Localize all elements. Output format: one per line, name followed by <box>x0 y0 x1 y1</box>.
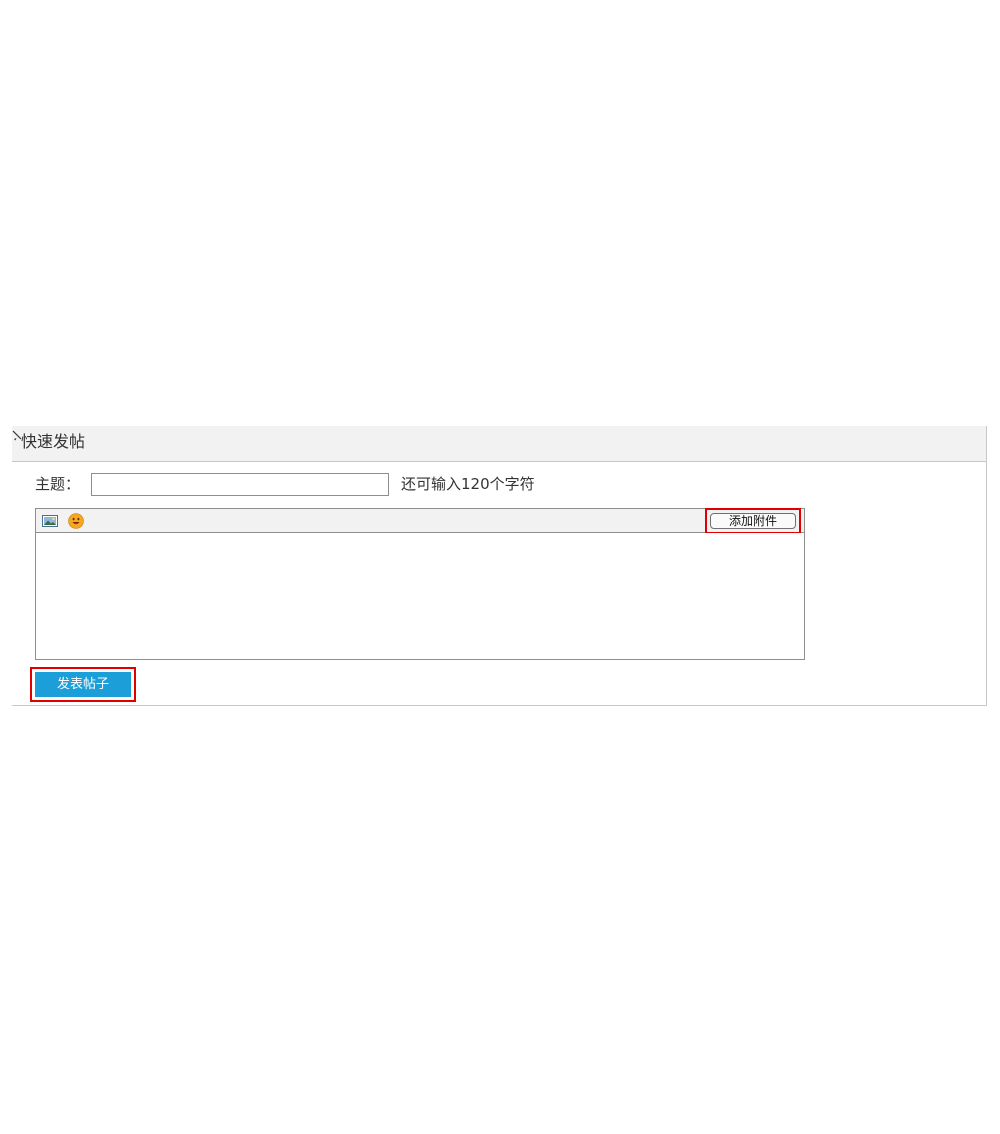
emoji-icon[interactable] <box>68 513 84 529</box>
content-textarea[interactable] <box>36 533 804 659</box>
add-attachment-button[interactable]: 添加附件 <box>710 513 796 529</box>
panel-header: 快速发帖 <box>12 426 986 462</box>
subject-label: 主题： <box>35 475 81 493</box>
attach-highlight: 添加附件 <box>705 508 801 534</box>
submit-post-button[interactable]: 发表帖子 <box>35 672 131 697</box>
char-count-hint: 还可输入120个字符 <box>401 475 535 493</box>
subject-input[interactable] <box>91 473 389 496</box>
content-editor: 添加附件 <box>35 508 805 660</box>
panel-title: 快速发帖 <box>21 432 86 451</box>
submit-highlight: 发表帖子 <box>30 667 136 702</box>
image-icon[interactable] <box>42 515 58 527</box>
quick-post-panel: 快速发帖 主题： 还可输入120个字符 添加附件 发表帖子 <box>12 426 987 706</box>
editor-toolbar: 添加附件 <box>36 508 804 534</box>
